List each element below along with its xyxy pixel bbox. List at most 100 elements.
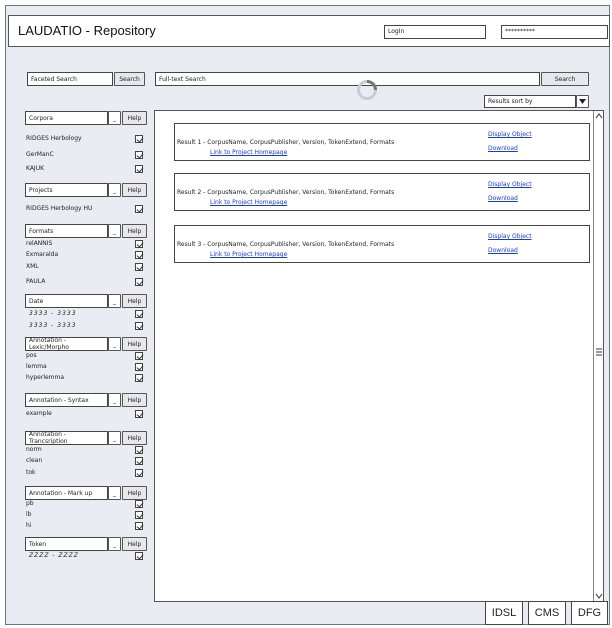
facet-help-button-transcription[interactable]: Help — [122, 431, 147, 445]
faceted-search-button[interactable]: Search — [114, 72, 145, 86]
facet-item-label-lexic: pos — [26, 352, 37, 359]
faceted-search-input[interactable]: Faceted Search — [27, 72, 113, 86]
fulltext-search-input[interactable]: Full-text Search — [155, 72, 540, 86]
facet-minimize-button-markup[interactable]: _ — [108, 486, 121, 500]
facet-help-button-syntax[interactable]: Help — [122, 393, 147, 407]
facet-title-date: Date — [25, 294, 108, 308]
facet-item-checkbox-lexic[interactable] — [135, 374, 143, 382]
project-homepage-link[interactable]: Link to Project Homepage — [210, 251, 287, 258]
facet-item-label-markup: lb — [26, 511, 32, 518]
app-title: LAUDATIO - Repository — [18, 23, 156, 38]
download-link[interactable]: Download — [488, 247, 518, 254]
chevron-down-icon — [579, 99, 586, 104]
display-object-link[interactable]: Display Object — [488, 233, 532, 240]
facet-item-label-markup: hi — [26, 522, 32, 529]
facet-item-label-lexic: lemma — [26, 363, 47, 370]
facet-item-checkbox-date[interactable] — [135, 310, 143, 318]
facet-minimize-button-formats[interactable]: _ — [108, 224, 121, 238]
facet-help-button-date[interactable]: Help — [122, 294, 147, 308]
facet-help-button-formats[interactable]: Help — [122, 224, 147, 238]
facet-item-checkbox-token[interactable] — [135, 552, 143, 560]
facet-item-label-formats: PAULA — [26, 278, 46, 285]
facet-item-label-date: 3333 - 3333 — [29, 322, 77, 329]
facet-minimize-button-syntax[interactable]: _ — [108, 393, 121, 407]
loading-spinner-icon — [357, 80, 377, 100]
display-object-link[interactable]: Display Object — [488, 131, 532, 138]
result-card: Result 1 - CorpusName, CorpusPublisher, … — [174, 123, 590, 161]
dfg-logo: DFG — [571, 601, 608, 625]
facet-item-checkbox-lexic[interactable] — [135, 352, 143, 360]
facet-item-checkbox-markup[interactable] — [135, 522, 143, 530]
facet-item-label-corpora: GerManC — [26, 151, 54, 158]
facet-item-checkbox-transcription[interactable] — [135, 457, 143, 465]
facet-title-syntax: Annotation - Syntax — [25, 393, 108, 407]
facet-help-button-markup[interactable]: Help — [122, 486, 147, 500]
facet-item-checkbox-formats[interactable] — [135, 263, 143, 271]
facet-minimize-button-corpora[interactable]: _ — [108, 111, 121, 125]
facet-item-checkbox-markup[interactable] — [135, 500, 143, 508]
facet-title-lexic: Annotation - Lexic/Morpho — [25, 337, 108, 351]
facet-item-label-token: ZZZZ - ZZZZ — [29, 552, 79, 559]
facet-item-checkbox-corpora[interactable] — [135, 135, 143, 143]
facet-item-label-formats: Exmaralda — [26, 251, 59, 258]
facet-item-checkbox-lexic[interactable] — [135, 363, 143, 371]
facet-item-checkbox-corpora[interactable] — [135, 165, 143, 173]
display-object-link[interactable]: Display Object — [488, 181, 532, 188]
facet-item-label-transcription: clean — [26, 457, 43, 464]
facet-help-button-token[interactable]: Help — [122, 537, 147, 551]
facet-minimize-button-date[interactable]: _ — [108, 294, 121, 308]
facet-item-label-lexic: hyperlemma — [26, 374, 65, 381]
facet-item-checkbox-formats[interactable] — [135, 240, 143, 248]
facet-item-checkbox-syntax[interactable] — [135, 410, 143, 418]
facet-item-label-markup: pb — [26, 500, 34, 507]
scroll-grip-icon[interactable] — [595, 346, 603, 358]
facet-title-corpora: Corpora — [25, 111, 108, 125]
facet-item-checkbox-projects[interactable] — [135, 205, 143, 213]
facet-title-formats: Formats — [25, 224, 108, 238]
sort-dropdown-button[interactable] — [576, 95, 589, 108]
login-field[interactable]: LogIn — [384, 25, 486, 39]
download-link[interactable]: Download — [488, 145, 518, 152]
facet-item-label-transcription: tok — [26, 469, 36, 476]
facet-item-label-projects: RIDGES Herbology HU — [26, 205, 93, 212]
facet-item-checkbox-formats[interactable] — [135, 278, 143, 286]
facet-item-checkbox-formats[interactable] — [135, 251, 143, 259]
result-summary: Result 3 - CorpusName, CorpusPublisher, … — [177, 241, 395, 248]
facet-item-checkbox-transcription[interactable] — [135, 469, 143, 477]
facet-item-label-transcription: norm — [26, 446, 42, 453]
facet-item-label-formats: relANNIS — [26, 240, 53, 247]
facet-item-checkbox-markup[interactable] — [135, 511, 143, 519]
result-summary: Result 1 - CorpusName, CorpusPublisher, … — [177, 139, 395, 146]
facet-item-checkbox-date[interactable] — [135, 322, 143, 330]
fulltext-search-button[interactable]: Search — [541, 72, 589, 86]
facet-item-label-corpora: RIDGES Herbology — [26, 135, 82, 142]
facet-item-checkbox-corpora[interactable] — [135, 151, 143, 159]
facet-help-button-corpora[interactable]: Help — [122, 111, 147, 125]
results-scrollbar[interactable] — [593, 111, 603, 601]
result-card: Result 2 - CorpusName, CorpusPublisher, … — [174, 173, 590, 211]
facet-item-label-corpora: KAJUK — [26, 165, 45, 172]
scroll-up-icon[interactable] — [595, 112, 603, 120]
facet-title-projects: Projects — [25, 183, 108, 197]
project-homepage-link[interactable]: Link to Project Homepage — [210, 149, 287, 156]
facet-item-label-syntax: example — [26, 410, 52, 417]
idsl-logo: IDSL — [485, 601, 523, 625]
facet-item-label-formats: XML — [26, 263, 39, 270]
facet-help-button-lexic[interactable]: Help — [122, 337, 147, 351]
sort-select[interactable]: Results sort by — [484, 95, 576, 108]
facet-item-checkbox-transcription[interactable] — [135, 446, 143, 454]
facet-help-button-projects[interactable]: Help — [122, 183, 147, 197]
result-card: Result 3 - CorpusName, CorpusPublisher, … — [174, 225, 590, 263]
project-homepage-link[interactable]: Link to Project Homepage — [210, 199, 287, 206]
facet-minimize-button-transcription[interactable]: _ — [108, 431, 121, 445]
download-link[interactable]: Download — [488, 195, 518, 202]
password-field[interactable]: ********** — [501, 25, 608, 39]
facet-minimize-button-projects[interactable]: _ — [108, 183, 121, 197]
facet-minimize-button-lexic[interactable]: _ — [108, 337, 121, 351]
cms-logo: CMS — [528, 601, 566, 625]
header-bar: LAUDATIO - Repository LogIn ********** — [8, 15, 610, 47]
scroll-down-icon[interactable] — [595, 592, 603, 600]
facet-minimize-button-token[interactable]: _ — [108, 537, 121, 551]
results-panel: Result 1 - CorpusName, CorpusPublisher, … — [154, 110, 604, 602]
facet-title-transcription: Annotation - Trancsription — [25, 431, 108, 445]
